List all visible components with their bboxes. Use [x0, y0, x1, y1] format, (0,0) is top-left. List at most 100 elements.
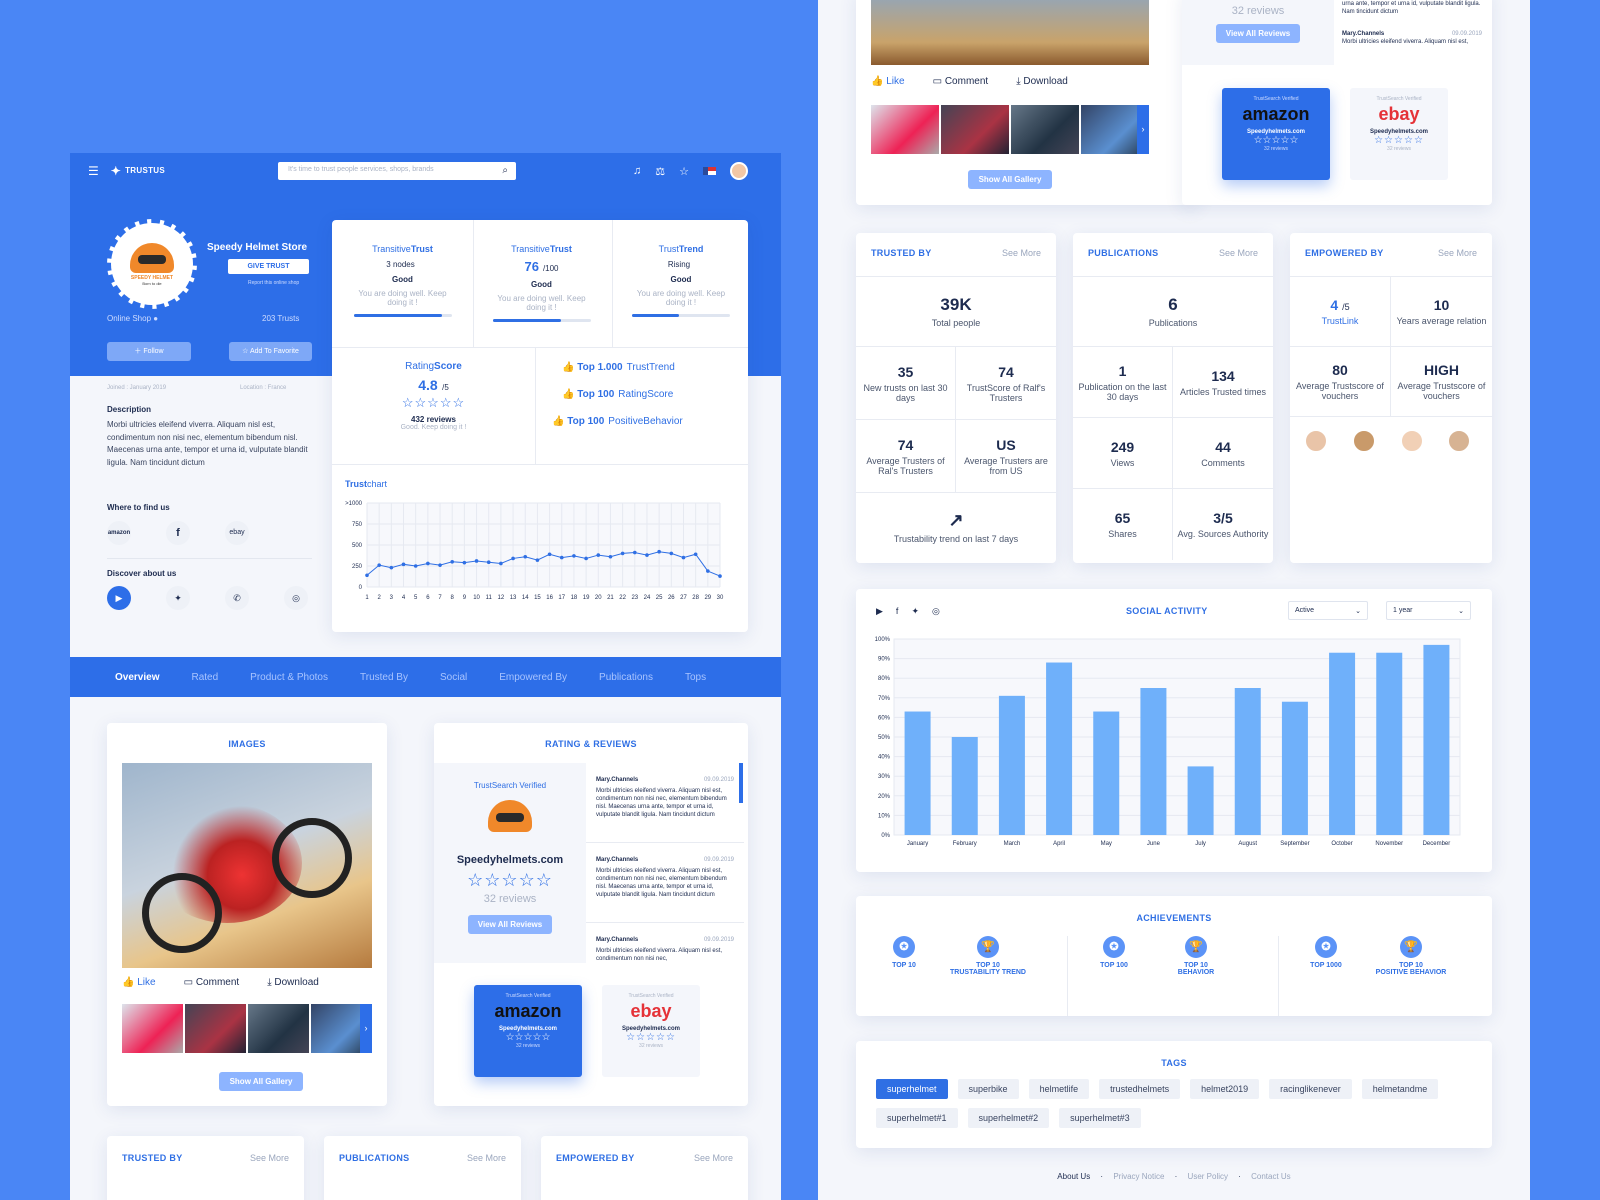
whatsapp-icon[interactable]: ✆	[225, 586, 249, 610]
bar[interactable]	[951, 737, 978, 835]
thumbnail[interactable]	[122, 1004, 183, 1053]
thumbnail[interactable]: ›	[1081, 105, 1149, 154]
instagram-icon[interactable]: ◎	[932, 606, 940, 617]
review-item[interactable]: Mary.Channels 09.09.2019 Morbi ultricies e…	[586, 763, 744, 843]
next-arrow-icon[interactable]: ›	[360, 1004, 372, 1053]
tab-tops[interactable]: Tops	[685, 672, 706, 683]
bar[interactable]	[1140, 688, 1167, 835]
tag[interactable]: trustedhelmets	[1099, 1079, 1181, 1099]
thumbnail[interactable]	[185, 1004, 246, 1053]
bar[interactable]	[1093, 711, 1120, 835]
bar[interactable]	[1423, 644, 1450, 835]
tab-publications[interactable]: Publications	[599, 672, 653, 683]
thumbnail[interactable]	[871, 105, 939, 154]
bar[interactable]	[1281, 701, 1308, 835]
scrollbar[interactable]	[739, 763, 743, 803]
bar[interactable]	[1376, 652, 1403, 835]
ebay-store-card[interactable]: TrustSearch Verified ebay Speedyhelmets.…	[602, 985, 700, 1077]
facebook-icon[interactable]: f	[896, 606, 899, 617]
notification-icon[interactable]: ♫	[633, 165, 641, 177]
tag[interactable]: superhelmet#1	[876, 1108, 958, 1128]
amazon-link[interactable]: amazon	[107, 521, 131, 545]
like-button[interactable]: 👍 Like	[871, 76, 905, 87]
tab-trusted-by[interactable]: Trusted By	[360, 672, 408, 683]
period-filter-select[interactable]: 1 year ⌄	[1386, 601, 1471, 620]
see-more-link[interactable]: See More	[1219, 248, 1258, 261]
youtube-icon[interactable]: ▶	[107, 586, 131, 610]
menu-icon[interactable]: ☰	[88, 164, 99, 178]
trust-icon[interactable]: ⚖	[655, 165, 665, 178]
footer-link[interactable]: Contact Us	[1251, 1172, 1291, 1181]
comment-button[interactable]: ▭ Comment	[933, 76, 989, 87]
view-all-reviews-button[interactable]: View All Reviews	[468, 915, 552, 934]
avatar[interactable]	[1447, 429, 1471, 453]
show-all-gallery-button[interactable]: Show All Gallery	[968, 170, 1052, 189]
activity-filter-select[interactable]: Active ⌄	[1288, 601, 1368, 620]
tag[interactable]: superhelmet	[876, 1079, 948, 1099]
report-link[interactable]: Report this online shop	[248, 280, 299, 286]
bar[interactable]	[998, 695, 1025, 835]
footer-link[interactable]: About Us	[1057, 1172, 1090, 1181]
thumbnail[interactable]	[1011, 105, 1079, 154]
instagram-icon[interactable]: ◎	[284, 586, 308, 610]
tab-rated[interactable]: Rated	[191, 672, 218, 683]
download-button[interactable]: ⤓ Download	[267, 977, 319, 988]
avatar[interactable]	[1352, 429, 1376, 453]
tag[interactable]: superhelmet#3	[1059, 1108, 1141, 1128]
review-item[interactable]: Mary.Channels 09.09.2019 Morbi ultricies e…	[586, 843, 744, 923]
avatar[interactable]	[1304, 429, 1328, 453]
ebay-link[interactable]: ebay	[225, 521, 249, 545]
see-more-link[interactable]: See More	[250, 1153, 289, 1199]
star-icon[interactable]: ☆	[679, 165, 689, 178]
flag-icon[interactable]	[703, 167, 716, 175]
main-image[interactable]	[122, 763, 372, 968]
tag[interactable]: superbike	[957, 1079, 1019, 1099]
footer-link[interactable]: Privacy Notice	[1113, 1172, 1164, 1181]
footer-link[interactable]: User Policy	[1188, 1172, 1228, 1181]
tag[interactable]: superhelmet#2	[967, 1108, 1050, 1128]
tag[interactable]: helmetlife	[1028, 1079, 1090, 1099]
tag[interactable]: racinglikenever	[1269, 1079, 1352, 1099]
youtube-icon[interactable]: ▶	[876, 606, 883, 617]
thumbnail[interactable]	[248, 1004, 309, 1053]
tag[interactable]: helmet2019	[1190, 1079, 1260, 1099]
tab-overview[interactable]: Overview	[115, 672, 159, 683]
avatar[interactable]	[1400, 429, 1424, 453]
see-more-link[interactable]: See More	[694, 1153, 733, 1199]
main-image[interactable]	[871, 0, 1149, 65]
facebook-icon[interactable]: f	[166, 521, 190, 545]
twitter-icon[interactable]: ✦	[911, 606, 919, 617]
thumbnail[interactable]: ›	[311, 1004, 372, 1053]
show-all-gallery-button[interactable]: Show All Gallery	[219, 1072, 303, 1091]
bar[interactable]	[1234, 688, 1261, 835]
see-more-link[interactable]: See More	[467, 1153, 506, 1199]
give-trust-button[interactable]: GIVE TRUST	[228, 259, 309, 274]
amazon-store-card[interactable]: TrustSearch Verified amazon Speedyhelmet…	[1222, 88, 1330, 180]
follow-button[interactable]: ＋ Follow	[107, 342, 191, 361]
logo[interactable]: ✦ TRUSTUS	[111, 164, 165, 178]
favorite-button[interactable]: ☆ Add To Favorite	[229, 342, 312, 361]
see-more-link[interactable]: See More	[1438, 248, 1477, 261]
next-arrow-icon[interactable]: ›	[1137, 105, 1149, 154]
tab-empowered-by[interactable]: Empowered By	[499, 672, 567, 683]
thumbnail[interactable]	[941, 105, 1009, 154]
see-more-link[interactable]: See More	[1002, 248, 1041, 261]
view-all-reviews-button[interactable]: View All Reviews	[1216, 24, 1300, 43]
search-icon[interactable]: ⌕	[502, 165, 508, 176]
bar[interactable]	[1329, 652, 1356, 835]
tag[interactable]: helmetandme	[1361, 1079, 1439, 1099]
bar[interactable]	[1046, 662, 1073, 835]
ebay-store-card[interactable]: TrustSearch Verified ebay Speedyhelmets.…	[1350, 88, 1448, 180]
tab-social[interactable]: Social	[440, 672, 467, 683]
review-item[interactable]: Mary.Channels 09.09.2019 Morbi ultricies e…	[586, 923, 744, 963]
download-button[interactable]: ⤓ Download	[1016, 76, 1068, 87]
tab-product-photos[interactable]: Product & Photos	[250, 672, 328, 683]
search-input[interactable]: It's time to trust people services, shop…	[278, 162, 516, 180]
comment-button[interactable]: ▭ Comment	[184, 977, 240, 988]
bar[interactable]	[1187, 766, 1214, 835]
bar[interactable]	[904, 711, 931, 835]
like-button[interactable]: 👍 Like	[122, 977, 156, 988]
amazon-store-card[interactable]: TrustSearch Verified amazon Speedyhelmet…	[474, 985, 582, 1077]
user-avatar[interactable]	[730, 162, 748, 180]
twitter-icon[interactable]: ✦	[166, 586, 190, 610]
